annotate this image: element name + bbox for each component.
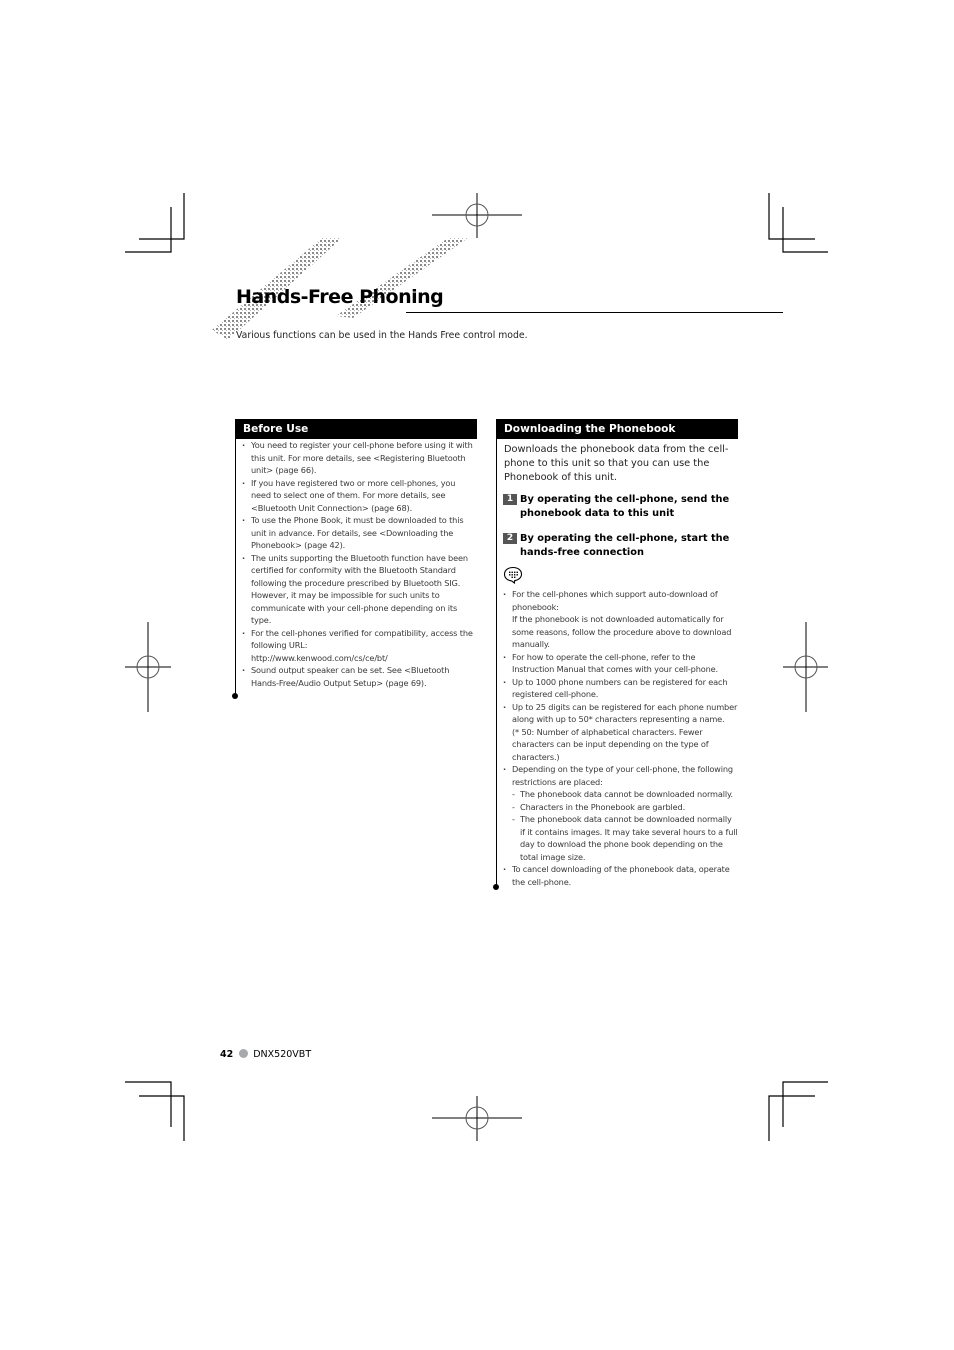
notes-list: For the cell-phones which support auto-d…: [497, 588, 738, 888]
registration-mark-top: [432, 193, 522, 238]
model-name: DNX520VBT: [253, 1049, 312, 1060]
list-item: If you have registered two or more cell-…: [236, 477, 477, 515]
sub-list-item: The phonebook data cannot be downloaded …: [512, 788, 738, 801]
before-use-heading: Before Use: [236, 419, 477, 439]
page-number: 42: [220, 1049, 234, 1060]
step-1: 1 By operating the cell-phone, send the …: [497, 493, 738, 521]
sub-list-item: Characters in the Phonebook are garbled.: [512, 801, 738, 814]
downloading-phonebook-section: Downloading the Phonebook Downloads the …: [493, 419, 738, 890]
title-underline: [406, 312, 783, 313]
list-item: You need to register your cell-phone bef…: [236, 439, 477, 477]
step-2: 2 By operating the cell-phone, start the…: [497, 532, 738, 560]
note-speech-bubble-icon: [503, 566, 523, 585]
list-item: The units supporting the Bluetooth funct…: [236, 552, 477, 627]
step-text: By operating the cell-phone, send the ph…: [520, 494, 730, 519]
page-footer: 42 DNX520VBT: [220, 1049, 311, 1060]
crop-mark-bottom-left: [125, 1081, 185, 1141]
registration-mark-right: [783, 622, 828, 712]
downloading-description: Downloads the phonebook data from the ce…: [504, 444, 729, 483]
step-number-badge: 1: [503, 494, 517, 505]
crop-mark-top-right: [768, 193, 828, 253]
list-item: Sound output speaker can be set. See <Bl…: [236, 664, 477, 689]
list-item: For the cell-phones verified for compati…: [236, 627, 477, 665]
step-text: By operating the cell-phone, start the h…: [520, 533, 730, 558]
list-item: To cancel downloading of the phonebook d…: [497, 863, 738, 888]
list-item: To use the Phone Book, it must be downlo…: [236, 514, 477, 552]
restrictions-sublist: The phonebook data cannot be downloaded …: [512, 788, 738, 863]
downloading-heading: Downloading the Phonebook: [497, 419, 738, 439]
page-title: Hands-Free Phoning: [236, 286, 444, 308]
sub-list-item: The phonebook data cannot be downloaded …: [512, 813, 738, 863]
crop-marks: [125, 193, 828, 1141]
step-number-badge: 2: [503, 533, 517, 544]
list-item: Depending on the type of your cell-phone…: [497, 763, 738, 863]
before-use-list: You need to register your cell-phone bef…: [236, 439, 477, 689]
crop-mark-top-left: [125, 193, 185, 253]
list-item: For the cell-phones which support auto-d…: [497, 588, 738, 651]
registration-mark-left: [125, 622, 171, 712]
intro-text: Various functions can be used in the Han…: [236, 330, 528, 341]
before-use-section: Before Use You need to register your cel…: [232, 419, 477, 699]
list-item: Up to 1000 phone numbers can be register…: [497, 676, 738, 701]
footer-dot-icon: [239, 1049, 249, 1058]
list-item: For how to operate the cell-phone, refer…: [497, 651, 738, 676]
column-rule-end-dot: [232, 693, 238, 699]
registration-mark-bottom: [432, 1096, 522, 1141]
crop-mark-bottom-right: [768, 1081, 828, 1141]
list-item: Up to 25 digits can be registered for ea…: [497, 701, 738, 764]
kenwood-url-link[interactable]: http://www.kenwood.com/cs/ce/bt/: [251, 652, 477, 665]
